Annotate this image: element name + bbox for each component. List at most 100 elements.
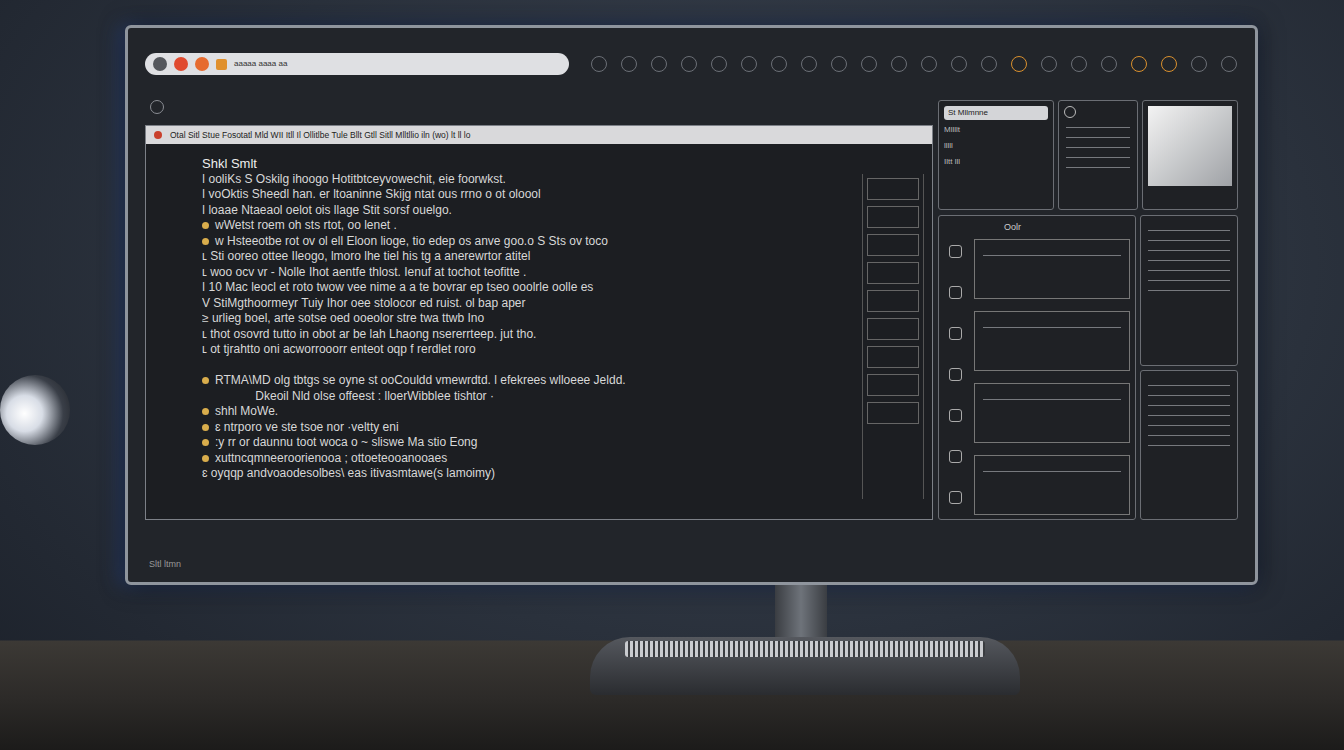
workspace: Otal Sitl Stue Fosotatl Mld WII Itll Il …: [145, 100, 1237, 520]
tool-icon[interactable]: [651, 56, 667, 72]
close-dot-icon[interactable]: [154, 131, 162, 139]
text-line: Dkeoil Nld olse offeest : lloerWibblee t…: [202, 389, 854, 405]
bullet-icon: [202, 439, 209, 446]
text-line: ≥ urlieg boel, arte sotse oed ooeolor st…: [202, 311, 854, 327]
text-line: ʟ woo ocv vr - Nolle Ihot aentfe thlost.…: [202, 265, 854, 281]
window-dot-icon[interactable]: [153, 57, 167, 71]
text-line: w Hsteeotbe rot ov ol ell Eloon lioge, t…: [202, 234, 854, 250]
monitor: aaaaa aaaa aa Otal Sitl Stue Fosotatl Ml…: [125, 25, 1258, 585]
mini-map-box: [867, 374, 919, 396]
monitor-stand: [775, 585, 827, 637]
text-line: ɛ ntrporo ve ste tsoe nor ·veltty eni: [202, 420, 854, 436]
tool-icon[interactable]: [591, 56, 607, 72]
text-line: ʟ thot osovrd tutto in obot ar be lah Lh…: [202, 327, 854, 343]
desk-lamp: [0, 375, 80, 450]
bottom-panels: Oolr: [938, 215, 1238, 520]
line-text: ǀ 10 Mac leocl et roto twow vee nime a a…: [202, 280, 593, 296]
preview-panel: [1142, 100, 1238, 210]
line-text: ǀ voOktis Sheedl han. er ltoaninne Skijg…: [202, 187, 541, 203]
circle-icon[interactable]: [150, 100, 164, 114]
tool-icon[interactable]: [1101, 56, 1117, 72]
panel-rule: [1148, 435, 1230, 436]
tool-icon[interactable]: [921, 56, 937, 72]
address-text[interactable]: aaaaa aaaa aa: [234, 58, 287, 70]
bullet-icon: [202, 455, 209, 462]
panel-rule: [1148, 395, 1230, 396]
tool-icon[interactable]: [949, 409, 962, 422]
tool-icon[interactable]: [981, 56, 997, 72]
tool-icon[interactable]: [949, 491, 962, 504]
text-line: V StiMgthoormeyr Tuiy Ihor oee stolocor …: [202, 296, 854, 312]
panel-rule: [1148, 415, 1230, 416]
text-line: xuttncqmneeroorienooa ; ottoeteooanooaes: [202, 451, 854, 467]
tools-panel: Oolr: [938, 215, 1136, 520]
panel-line: Iltt lll: [944, 156, 1048, 168]
text-line: :y rr or daunnu toot woca o ~ sliswe Ma …: [202, 435, 854, 451]
tool-icon[interactable]: [861, 56, 877, 72]
document-heading: Shkl Smlt: [202, 156, 854, 172]
base-grille: [625, 641, 985, 657]
tool-icon[interactable]: [1071, 56, 1087, 72]
tool-icon[interactable]: [1041, 56, 1057, 72]
tool-box: [974, 455, 1130, 515]
side-panels: St MllmnneMlllltlllllIltt lllOolr: [938, 100, 1238, 520]
panel-rule: [983, 327, 1121, 328]
tab-bar[interactable]: Otal Sitl Stue Fosotatl Mld WII Itll Il …: [146, 126, 932, 144]
tool-icon[interactable]: [949, 368, 962, 381]
panel-rule: [1066, 147, 1130, 148]
tool-icon[interactable]: [1221, 56, 1237, 72]
tool-icon[interactable]: [741, 56, 757, 72]
window-dot-icon[interactable]: [174, 57, 188, 71]
tool-icon[interactable]: [771, 56, 787, 72]
line-text: V StiMgthoormeyr Tuiy Ihor oee stolocor …: [202, 296, 526, 312]
main-column: Otal Sitl Stue Fosotatl Mld WII Itll Il …: [145, 100, 933, 520]
line-text: ʟ woo ocv vr - Nolle Ihot aentfe thlost.…: [202, 265, 526, 281]
text-line: ɛ oyqqp andvoaodesolbes\ eas itivasmtawe…: [202, 466, 854, 482]
tools-body: [944, 239, 1130, 521]
tool-icon[interactable]: [801, 56, 817, 72]
line-text: ǀ ooliKs S Oskilg ihoogo Hotitbtceyvowec…: [202, 172, 506, 188]
tool-icon[interactable]: [891, 56, 907, 72]
line-text: shhl MoWe.: [215, 404, 278, 420]
text-line: ʟ Sti ooreo ottee Ileogo, lmoro lhe tiel…: [202, 249, 854, 265]
site-icon: [216, 59, 227, 70]
tool-icon[interactable]: [831, 56, 847, 72]
tool-boxes: [974, 239, 1130, 521]
mini-map-box: [867, 234, 919, 256]
line-text: ≥ urlieg boel, arte sotse oed ooeolor st…: [202, 311, 484, 327]
tool-box: [974, 311, 1130, 371]
tool-icon[interactable]: [949, 327, 962, 340]
status-panel: [1058, 100, 1138, 210]
tool-icon[interactable]: [1161, 56, 1177, 72]
tool-icon[interactable]: [1011, 56, 1027, 72]
tool-icon[interactable]: [1191, 56, 1207, 72]
list-panel: [1140, 370, 1238, 521]
tool-icon[interactable]: [1131, 56, 1147, 72]
tool-icon[interactable]: [949, 245, 962, 258]
line-text: :y rr or daunnu toot woca o ~ sliswe Ma …: [215, 435, 477, 451]
panel-rule: [1148, 230, 1230, 231]
panel-rule: [1148, 445, 1230, 446]
tool-icon[interactable]: [621, 56, 637, 72]
tool-icon[interactable]: [949, 450, 962, 463]
window-dot-icon[interactable]: [195, 57, 209, 71]
tool-icon[interactable]: [711, 56, 727, 72]
document-text: Shkl Smltǀ ooliKs S Oskilg ihoogo Hotitb…: [146, 144, 854, 519]
mini-map-box: [867, 178, 919, 200]
tool-icon[interactable]: [681, 56, 697, 72]
address-bar[interactable]: aaaaa aaaa aa: [145, 53, 569, 75]
tool-icon[interactable]: [949, 286, 962, 299]
list-panel: [1140, 215, 1238, 366]
tool-icon[interactable]: [951, 56, 967, 72]
top-panels: St MllmnneMlllltlllllIltt lll: [938, 100, 1238, 210]
tab-text[interactable]: Otal Sitl Stue Fosotatl Mld WII Itll Il …: [170, 129, 470, 142]
panel-rule: [1148, 260, 1230, 261]
panel-rule: [1148, 405, 1230, 406]
line-text: ʟ Sti ooreo ottee Ileogo, lmoro lhe tiel…: [202, 249, 530, 265]
mini-map-box: [867, 318, 919, 340]
panel-rule: [983, 255, 1121, 256]
circle-icon[interactable]: [1064, 106, 1076, 118]
line-text: w Hsteeotbe rot ov ol ell Eloon lioge, t…: [215, 234, 608, 250]
document-window: Otal Sitl Stue Fosotatl Mld WII Itll Il …: [145, 125, 933, 520]
